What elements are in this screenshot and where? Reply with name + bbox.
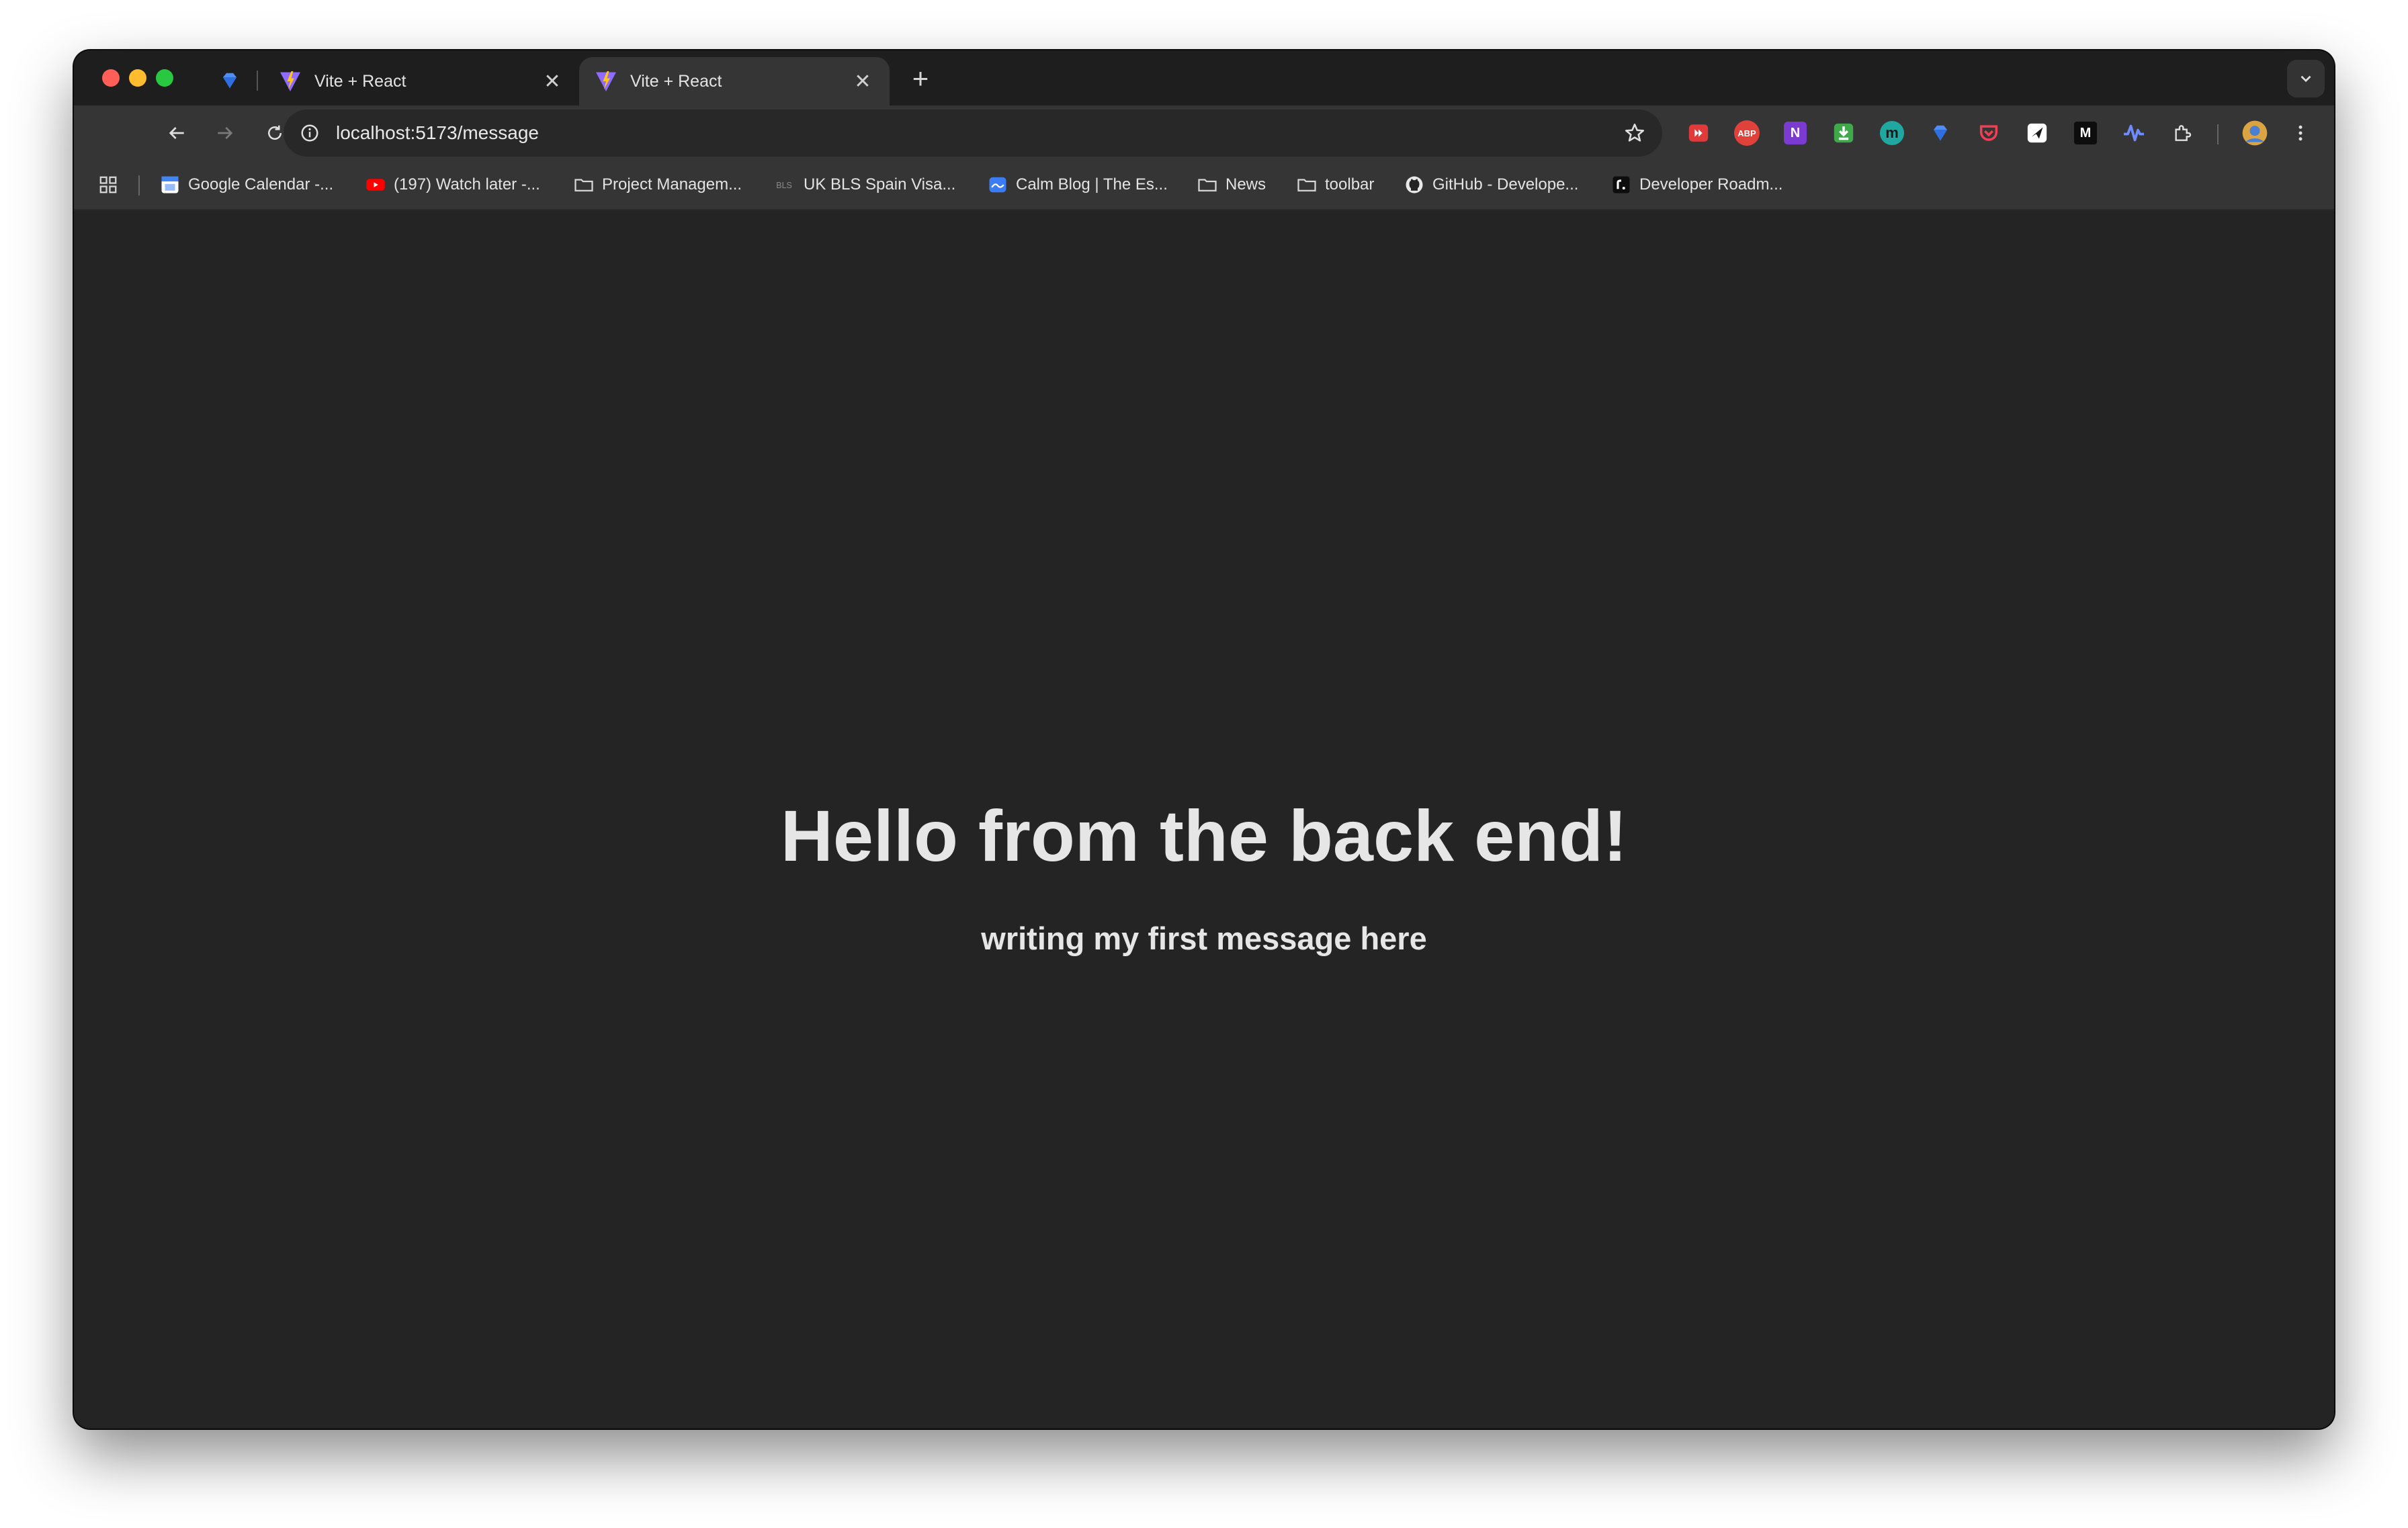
- bookmark-label: Developer Roadm...: [1639, 175, 1783, 194]
- send-extension-icon[interactable]: [2022, 118, 2052, 148]
- youtube-icon: [366, 175, 386, 195]
- arrow-right-icon: [218, 127, 233, 139]
- google-calendar-icon: [160, 175, 180, 195]
- bookmark-project-management[interactable]: Project Managem...: [574, 167, 742, 202]
- vite-icon: [596, 71, 616, 91]
- bookmark-label: News: [1226, 175, 1266, 194]
- arrow-left-icon: [169, 127, 184, 139]
- roadmap-icon: [1611, 175, 1631, 195]
- bookmark-bls-spain-visa[interactable]: BLS UK BLS Spain Visa...: [775, 167, 955, 202]
- minimize-window-button[interactable]: [129, 69, 146, 87]
- more-menu-icon[interactable]: [2286, 118, 2315, 148]
- bookmark-calm-blog[interactable]: Calm Blog | The Es...: [988, 167, 1168, 202]
- close-tab-icon[interactable]: ✕: [851, 70, 875, 93]
- toolbar-divider: [2217, 124, 2219, 144]
- onenote-label: N: [1784, 122, 1807, 144]
- onenote-icon[interactable]: N: [1780, 118, 1810, 148]
- bls-icon: BLS: [775, 175, 796, 195]
- tab-strip: Vite + React ✕ Vite + React ✕ +: [74, 50, 2334, 105]
- tab-title: Vite + React: [630, 71, 722, 91]
- extension-video-icon[interactable]: [1684, 118, 1713, 148]
- folder-icon: [574, 175, 594, 195]
- wave-extension-icon[interactable]: [2119, 118, 2149, 148]
- apps-button[interactable]: [98, 167, 118, 202]
- calm-icon: [988, 175, 1008, 195]
- diamond-icon: [223, 73, 236, 89]
- adblock-label: ABP: [1734, 120, 1760, 146]
- adblock-plus-icon[interactable]: ABP: [1732, 118, 1762, 148]
- toolbar: localhost:5173/message ABP N m M: [74, 105, 2334, 161]
- vite-icon: [280, 71, 300, 91]
- m-extension-icon[interactable]: m: [1877, 118, 1907, 148]
- page-viewport: Hello from the back end! writing my firs…: [74, 210, 2334, 1429]
- bookmark-watch-later[interactable]: (197) Watch later -...: [366, 167, 540, 202]
- pocket-icon[interactable]: [1974, 118, 2004, 148]
- close-tab-icon[interactable]: ✕: [540, 70, 564, 93]
- bookmark-toolbar[interactable]: toolbar: [1297, 167, 1374, 202]
- chevron-down-icon: [2300, 75, 2311, 83]
- bookmark-label: Google Calendar -...: [188, 175, 334, 194]
- tab-search-button[interactable]: [2287, 60, 2325, 97]
- star-icon[interactable]: [1623, 122, 1646, 144]
- diamond-extension-icon[interactable]: [1926, 118, 1955, 148]
- bookmark-label: (197) Watch later -...: [394, 175, 540, 194]
- github-icon: [1404, 175, 1424, 195]
- address-url[interactable]: localhost:5173/message: [336, 122, 1623, 144]
- browser-window: Vite + React ✕ Vite + React ✕ + localhos…: [74, 50, 2334, 1429]
- bookmark-label: Calm Blog | The Es...: [1016, 175, 1168, 194]
- extensions-puzzle-icon[interactable]: [2167, 118, 2197, 148]
- back-button[interactable]: [160, 116, 194, 150]
- medium-label: M: [2074, 122, 2097, 144]
- apps-grid-icon: [99, 176, 117, 194]
- m-extension-label: m: [1880, 121, 1904, 145]
- bookmarks-bar: Google Calendar -... (197) Watch later -…: [74, 161, 2334, 210]
- bookmark-google-calendar[interactable]: Google Calendar -...: [160, 167, 333, 202]
- folder-icon: [1197, 175, 1217, 195]
- download-extension-icon[interactable]: [1829, 118, 1858, 148]
- tab-vite-react-2[interactable]: Vite + React ✕: [579, 57, 890, 105]
- message-text: writing my first message here: [981, 921, 1427, 956]
- medium-icon[interactable]: M: [2071, 118, 2100, 148]
- folder-icon: [1297, 175, 1317, 195]
- bookmark-label: Project Managem...: [602, 175, 742, 194]
- tab-title: Vite + React: [314, 71, 406, 91]
- bookmarks-divider: [138, 175, 140, 196]
- reload-icon: [268, 125, 282, 140]
- page-heading: Hello from the back end!: [780, 795, 1628, 876]
- site-info-icon[interactable]: [300, 123, 320, 143]
- bookmark-label: toolbar: [1325, 175, 1375, 194]
- maximize-window-button[interactable]: [156, 69, 173, 87]
- bookmark-developer-roadmap[interactable]: Developer Roadm...: [1611, 167, 1782, 202]
- bookmark-label: UK BLS Spain Visa...: [804, 175, 956, 194]
- tab-vite-react-1[interactable]: Vite + React ✕: [263, 57, 579, 105]
- address-bar[interactable]: localhost:5173/message: [284, 110, 1662, 157]
- close-window-button[interactable]: [102, 69, 120, 87]
- svg-text:BLS: BLS: [776, 181, 792, 190]
- bookmark-news[interactable]: News: [1197, 167, 1266, 202]
- new-tab-button[interactable]: +: [906, 65, 935, 95]
- pinned-tab[interactable]: [208, 64, 251, 97]
- bookmark-label: GitHub - Develope...: [1432, 175, 1579, 194]
- tab-divider: [257, 71, 258, 91]
- profile-avatar[interactable]: [2240, 118, 2270, 148]
- bookmark-github[interactable]: GitHub - Develope...: [1404, 167, 1578, 202]
- forward-button[interactable]: [208, 116, 242, 150]
